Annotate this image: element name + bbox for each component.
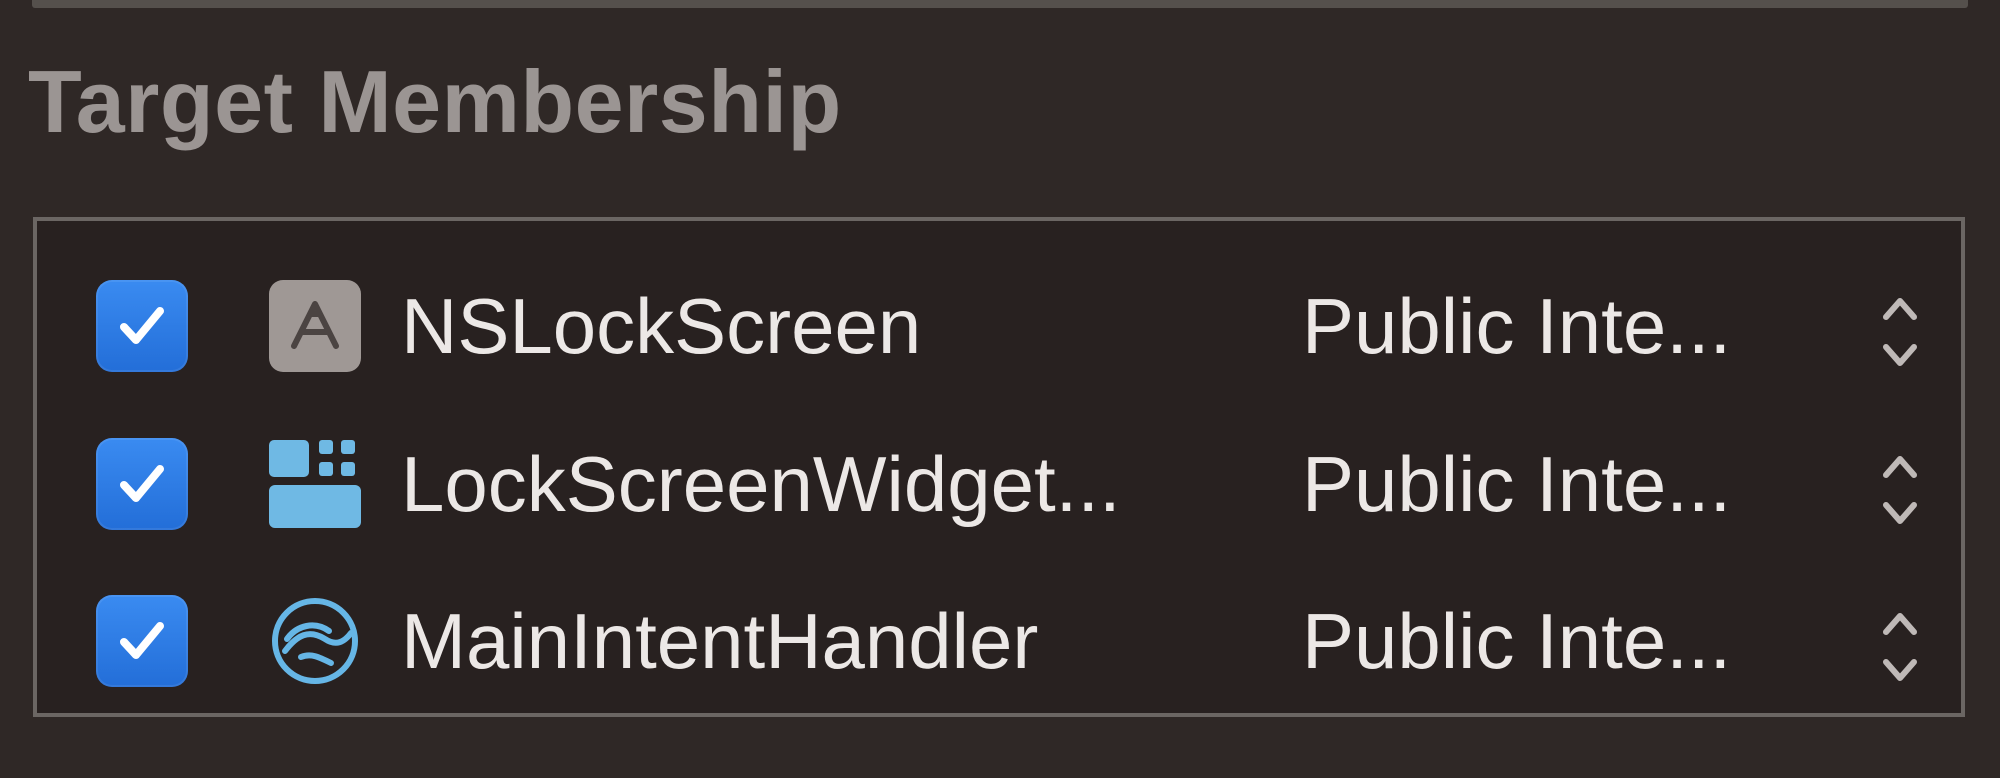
- up-down-chevron-icon: [1883, 456, 1917, 524]
- checkmark-icon: [120, 465, 164, 502]
- access-level-select[interactable]: Public Inte...: [1302, 587, 1942, 697]
- widget-extension-icon: [269, 440, 361, 528]
- up-down-chevron-icon: [1883, 613, 1917, 681]
- target-checkbox[interactable]: [96, 438, 188, 530]
- up-down-chevron-icon: [1883, 298, 1917, 366]
- section-title: Target Membership: [28, 52, 842, 151]
- access-level-select[interactable]: Public Inte...: [1302, 272, 1942, 382]
- app-store-icon: [269, 280, 361, 372]
- target-row: LockScreenWidget... Public Inte...: [37, 424, 1961, 534]
- access-level-select[interactable]: Public Inte...: [1302, 430, 1942, 540]
- target-name: MainIntentHandler: [401, 597, 1039, 685]
- access-level-label: Public Inte...: [1302, 282, 1732, 370]
- target-name: NSLockScreen: [401, 282, 922, 370]
- checkmark-icon: [120, 307, 164, 344]
- target-checkbox[interactable]: [96, 595, 188, 687]
- target-membership-panel: Target Membership NSLockScreen Public In…: [0, 0, 2000, 778]
- target-row: NSLockScreen Public Inte...: [37, 266, 1961, 376]
- target-row: MainIntentHandler Public Inte...: [37, 581, 1961, 691]
- access-level-label: Public Inte...: [1302, 597, 1732, 685]
- target-checkbox[interactable]: [96, 280, 188, 372]
- target-name: LockScreenWidget...: [401, 440, 1121, 528]
- checkmark-icon: [120, 622, 164, 659]
- top-divider: [32, 0, 1968, 8]
- intents-extension-icon: [272, 598, 358, 684]
- access-level-label: Public Inte...: [1302, 440, 1732, 528]
- target-membership-list: NSLockScreen Public Inte... LockScreenWi…: [33, 217, 1965, 717]
